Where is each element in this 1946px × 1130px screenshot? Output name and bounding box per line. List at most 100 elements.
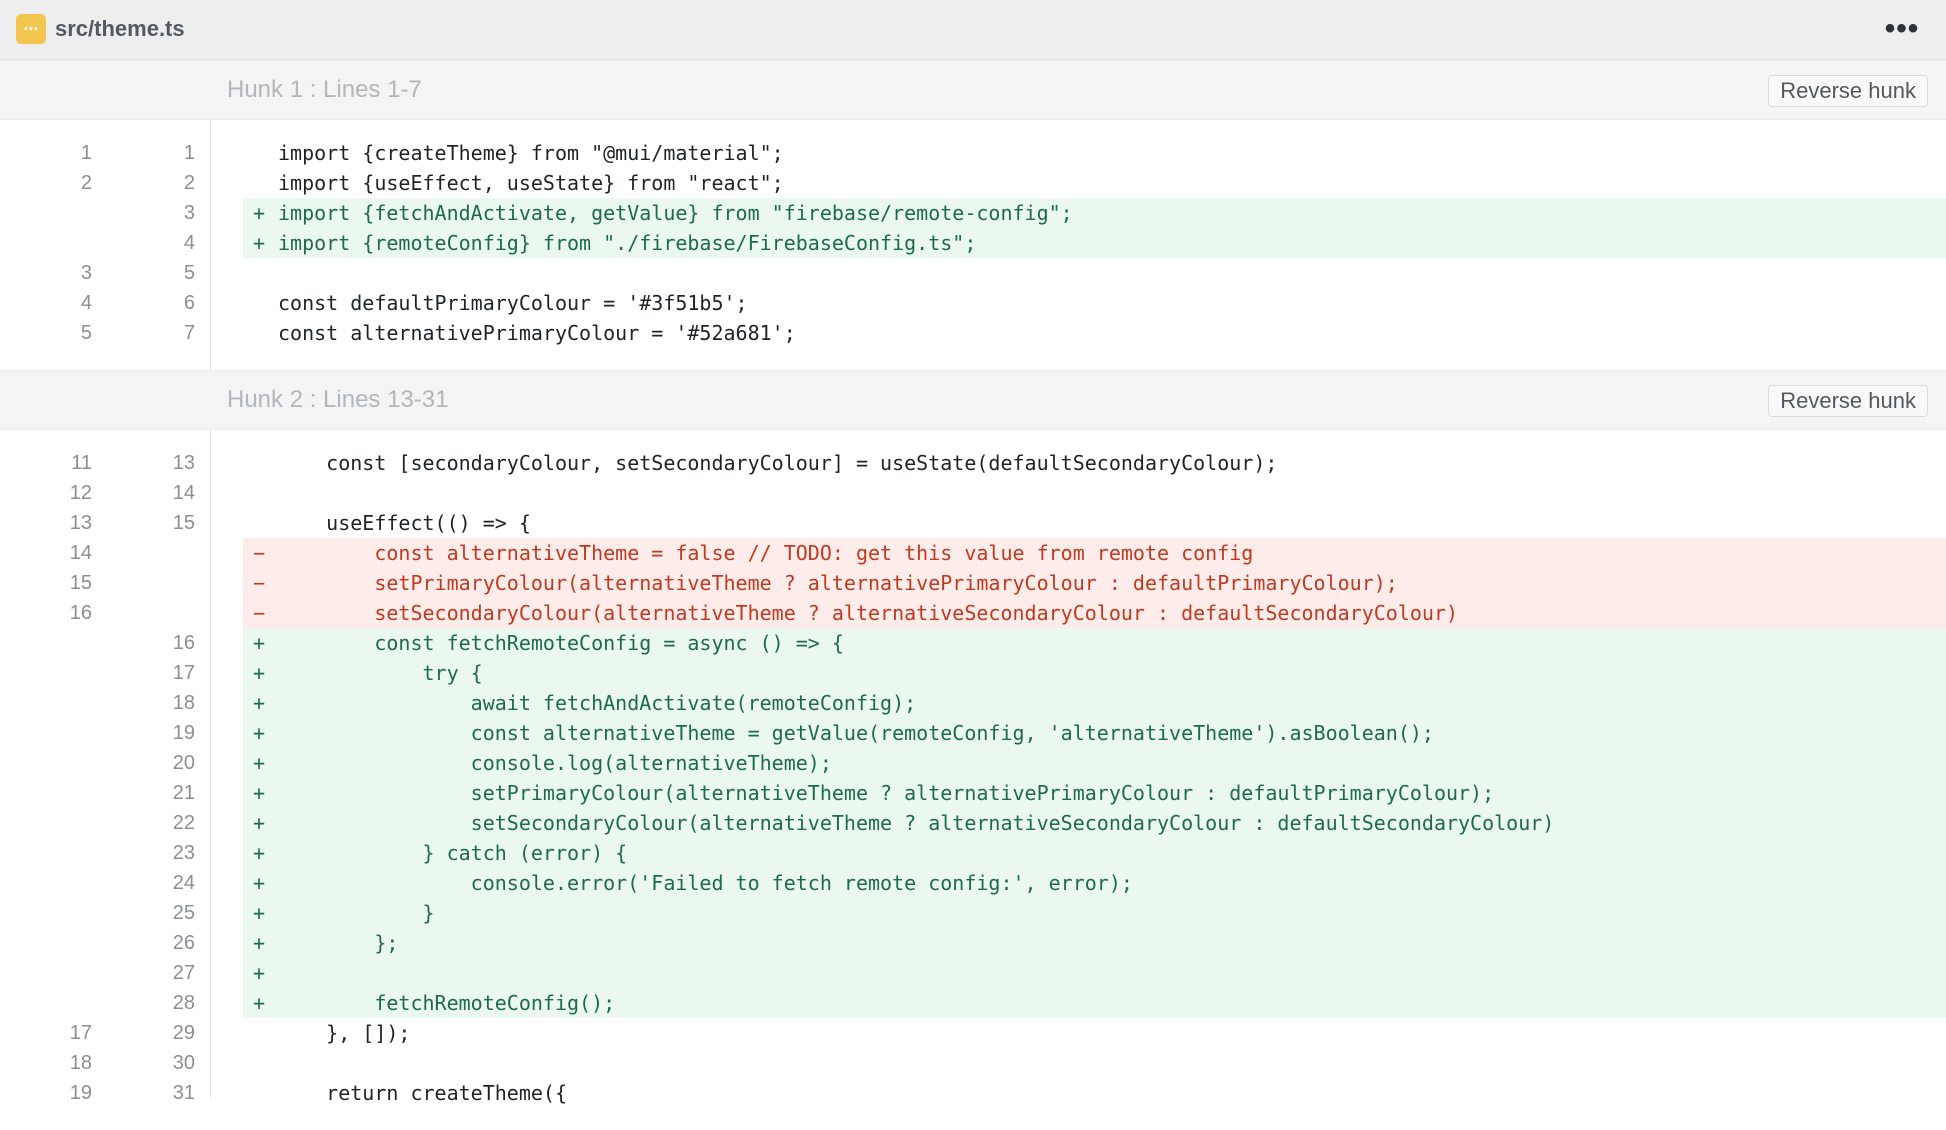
- code-cell: + }: [243, 898, 1946, 928]
- hunk-body: 11 13 const [secondaryColour, setSecondar…: [0, 430, 1946, 1130]
- new-line-number: 26: [172, 932, 195, 954]
- plus-icon: +: [252, 901, 266, 925]
- more-options-icon[interactable]: •••: [1882, 12, 1922, 45]
- code-cell: − setSecondaryColour(alternativeTheme ? …: [243, 598, 1946, 628]
- code-text: const [secondaryColour, setSecondaryColo…: [278, 451, 1278, 475]
- new-line-number: 14: [172, 482, 195, 504]
- plus-icon: +: [252, 841, 266, 865]
- code-cell: + };: [243, 928, 1946, 958]
- context-line: 1 1 import {createTheme} from "@mui/materi…: [0, 138, 1946, 168]
- added-line: 27 +: [0, 958, 1946, 988]
- code-cell: + import {remoteConfig} from "./firebase/…: [243, 228, 1946, 258]
- old-line-number: 11: [71, 452, 92, 474]
- new-line-number: 2: [183, 172, 195, 194]
- code-cell: + import {fetchAndActivate, getValue} fro…: [243, 198, 1946, 228]
- code-text: import {remoteConfig} from "./firebase/F…: [278, 231, 977, 255]
- plus-icon: +: [252, 631, 266, 655]
- old-line-number: 19: [69, 1082, 92, 1104]
- new-line-number: 24: [172, 872, 195, 894]
- plus-icon: +: [252, 931, 266, 955]
- plus-icon: +: [252, 871, 266, 895]
- old-line-number: 17: [69, 1022, 92, 1044]
- new-line-number: 1: [183, 142, 195, 164]
- code-cell: [243, 478, 1946, 508]
- added-line: 26 + };: [0, 928, 1946, 958]
- reverse-hunk-button[interactable]: Reverse hunk: [1768, 75, 1928, 107]
- code-cell: + const fetchRemoteConfig = async () => …: [243, 628, 1946, 658]
- code-cell: useEffect(() => {: [243, 508, 1946, 538]
- new-line-number: 3: [183, 202, 195, 224]
- old-line-number: 2: [80, 172, 92, 194]
- code-cell: + console.error('Failed to fetch remote …: [243, 868, 1946, 898]
- context-line: 12 14: [0, 478, 1946, 508]
- new-line-number: 5: [183, 262, 195, 284]
- diff-view: Hunk 1 : Lines 1-7 Reverse hunk 1 1 import {…: [0, 60, 1946, 1130]
- code-cell: + try {: [243, 658, 1946, 688]
- new-line-number: 21: [172, 782, 195, 804]
- code-cell: + await fetchAndActivate(remoteConfig);: [243, 688, 1946, 718]
- file-ts-icon: ···: [16, 14, 46, 44]
- removed-line: 15 − setPrimaryColour(alternativeTheme ? …: [0, 568, 1946, 598]
- old-line-number: 15: [69, 572, 92, 594]
- context-line: 5 7 const alternativePrimaryColour = '#52a…: [0, 318, 1946, 348]
- removed-line: 16 − setSecondaryColour(alternativeTheme …: [0, 598, 1946, 628]
- new-line-number: 25: [172, 902, 195, 924]
- old-line-number: 4: [80, 292, 92, 314]
- added-line: 21 + setPrimaryColour(alternativeTheme ? …: [0, 778, 1946, 808]
- context-line: 11 13 const [secondaryColour, setSecondar…: [0, 448, 1946, 478]
- plus-icon: +: [252, 781, 266, 805]
- code-cell: − setPrimaryColour(alternativeTheme ? al…: [243, 568, 1946, 598]
- code-cell: + } catch (error) {: [243, 838, 1946, 868]
- minus-icon: −: [252, 601, 266, 625]
- new-line-number: 28: [172, 992, 195, 1014]
- reverse-hunk-button[interactable]: Reverse hunk: [1768, 385, 1928, 417]
- code-cell: + setSecondaryColour(alternativeTheme ? …: [243, 808, 1946, 838]
- new-line-number: 20: [172, 752, 195, 774]
- context-line: 19 31 return createTheme({: [0, 1078, 1946, 1108]
- hunk-header: Hunk 1 : Lines 1-7 Reverse hunk: [0, 60, 1946, 120]
- context-line: 2 2 import {useEffect, useState} from "rea…: [0, 168, 1946, 198]
- plus-icon: +: [252, 661, 266, 685]
- old-line-number: 16: [69, 602, 92, 624]
- code-text: import {createTheme} from "@mui/material…: [278, 141, 784, 165]
- context-line: 17 29 }, []);: [0, 1018, 1946, 1048]
- added-line: 24 + console.error('Failed to fetch remot…: [0, 868, 1946, 898]
- new-line-number: 18: [172, 692, 195, 714]
- hunk-title: Hunk 2 : Lines 13-31: [227, 386, 449, 413]
- code-text: const fetchRemoteConfig = async () => {: [278, 631, 844, 655]
- new-line-number: 19: [172, 722, 195, 744]
- code-text: import {useEffect, useState} from "react…: [278, 171, 784, 195]
- new-line-number: 7: [183, 322, 195, 344]
- code-text: setSecondaryColour(alternativeTheme ? al…: [278, 811, 1555, 835]
- hunk-body: 1 1 import {createTheme} from "@mui/materi…: [0, 120, 1946, 370]
- added-line: 16 + const fetchRemoteConfig = async () =…: [0, 628, 1946, 658]
- plus-icon: +: [252, 201, 266, 225]
- old-line-number: 14: [69, 542, 92, 564]
- code-text: setSecondaryColour(alternativeTheme ? al…: [278, 601, 1459, 625]
- code-cell: import {createTheme} from "@mui/material…: [243, 138, 1946, 168]
- plus-icon: +: [252, 751, 266, 775]
- new-line-number: 29: [172, 1022, 195, 1044]
- added-line: 23 + } catch (error) {: [0, 838, 1946, 868]
- new-line-number: 13: [172, 452, 195, 474]
- code-cell: − const alternativeTheme = false // TODO…: [243, 538, 1946, 568]
- hunk-header: Hunk 2 : Lines 13-31 Reverse hunk: [0, 370, 1946, 430]
- code-text: const alternativeTheme = false // TODO: …: [278, 541, 1254, 565]
- file-name: src/theme.ts: [55, 16, 185, 41]
- code-text: console.error('Failed to fetch remote co…: [278, 871, 1133, 895]
- code-text: fetchRemoteConfig();: [278, 991, 616, 1015]
- old-line-number: 13: [69, 512, 92, 534]
- minus-icon: −: [252, 571, 266, 595]
- added-line: 28 + fetchRemoteConfig();: [0, 988, 1946, 1018]
- new-line-number: 6: [183, 292, 195, 314]
- code-cell: const [secondaryColour, setSecondaryColo…: [243, 448, 1946, 478]
- code-text: import {fetchAndActivate, getValue} from…: [278, 201, 1073, 225]
- added-line: 22 + setSecondaryColour(alternativeTheme …: [0, 808, 1946, 838]
- plus-icon: +: [252, 231, 266, 255]
- hunk-title: Hunk 1 : Lines 1-7: [227, 76, 422, 103]
- added-line: 4 + import {remoteConfig} from "./firebase…: [0, 228, 1946, 258]
- old-line-number: 3: [80, 262, 92, 284]
- added-line: 18 + await fetchAndActivate(remoteConfig)…: [0, 688, 1946, 718]
- code-cell: + setPrimaryColour(alternativeTheme ? al…: [243, 778, 1946, 808]
- code-cell: + fetchRemoteConfig();: [243, 988, 1946, 1018]
